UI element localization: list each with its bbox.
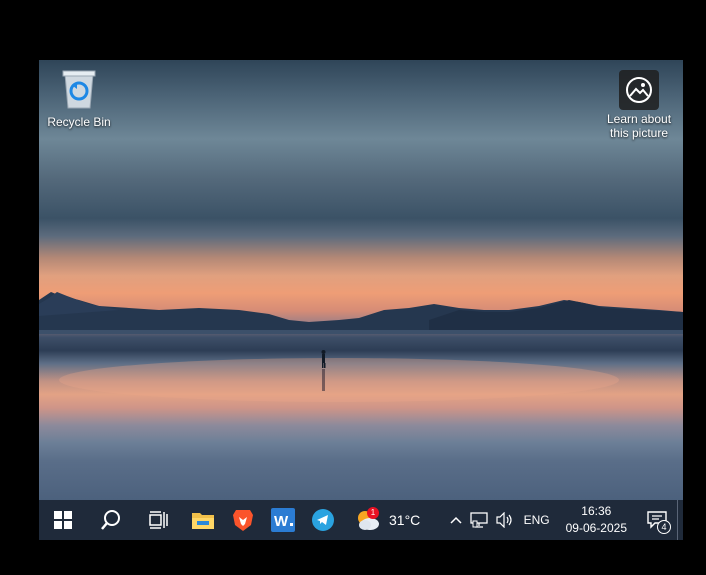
notification-center-button[interactable]: 4 — [637, 500, 677, 540]
word-app-button[interactable]: W — [263, 500, 303, 540]
telegram-button[interactable] — [303, 500, 343, 540]
recycle-bin-icon — [62, 70, 96, 109]
input-language-button[interactable]: ENG — [518, 500, 556, 540]
camera-pin-icon — [619, 70, 659, 110]
speaker-icon — [495, 512, 512, 528]
weather-widget[interactable]: 1 31°C — [355, 500, 420, 540]
learn-about-picture-label: Learn about this picture — [606, 112, 672, 140]
recycle-bin-desktop-icon[interactable]: Recycle Bin — [39, 68, 119, 129]
brave-browser-button[interactable] — [223, 500, 263, 540]
task-view-icon — [149, 511, 168, 529]
search-button[interactable] — [87, 500, 135, 540]
windows-logo-icon — [54, 511, 72, 529]
system-tray: ENG 16:36 09-06-2025 4 — [446, 500, 683, 540]
task-view-button[interactable] — [135, 500, 183, 540]
clock-time: 16:36 — [581, 504, 612, 518]
weather-alert-badge: 1 — [367, 507, 379, 519]
brave-lion-icon — [233, 510, 253, 531]
notification-count-badge: 4 — [657, 520, 671, 534]
word-icon: W — [271, 508, 295, 532]
search-icon — [101, 510, 120, 530]
wallpaper — [39, 60, 683, 500]
network-ethernet-icon — [469, 512, 488, 528]
file-explorer-button[interactable] — [183, 500, 223, 540]
folder-icon — [192, 513, 214, 529]
learn-about-picture-desktop-icon[interactable]: Learn about this picture — [599, 70, 679, 140]
show-hidden-icons-button[interactable] — [446, 500, 466, 540]
wallpaper-landscape — [39, 292, 683, 402]
start-button[interactable] — [39, 500, 87, 540]
weather-temperature: 31°C — [389, 512, 421, 528]
clock-date: 09-06-2025 — [565, 521, 627, 535]
svg-text:W: W — [274, 513, 289, 530]
show-desktop-button[interactable] — [677, 500, 683, 540]
taskbar: W 1 31°C ENG 16:36 09-06-2025 4 — [39, 500, 683, 540]
network-button[interactable] — [466, 500, 492, 540]
chevron-up-icon — [450, 516, 462, 524]
volume-button[interactable] — [492, 500, 518, 540]
person-silhouette — [321, 350, 326, 391]
desktop-screen: Recycle Bin Learn about this picture W 1… — [39, 60, 683, 540]
telegram-icon — [312, 509, 334, 531]
partly-cloudy-icon: 1 — [355, 507, 381, 532]
recycle-bin-label: Recycle Bin — [47, 115, 111, 129]
clock-button[interactable]: 16:36 09-06-2025 — [556, 500, 637, 540]
